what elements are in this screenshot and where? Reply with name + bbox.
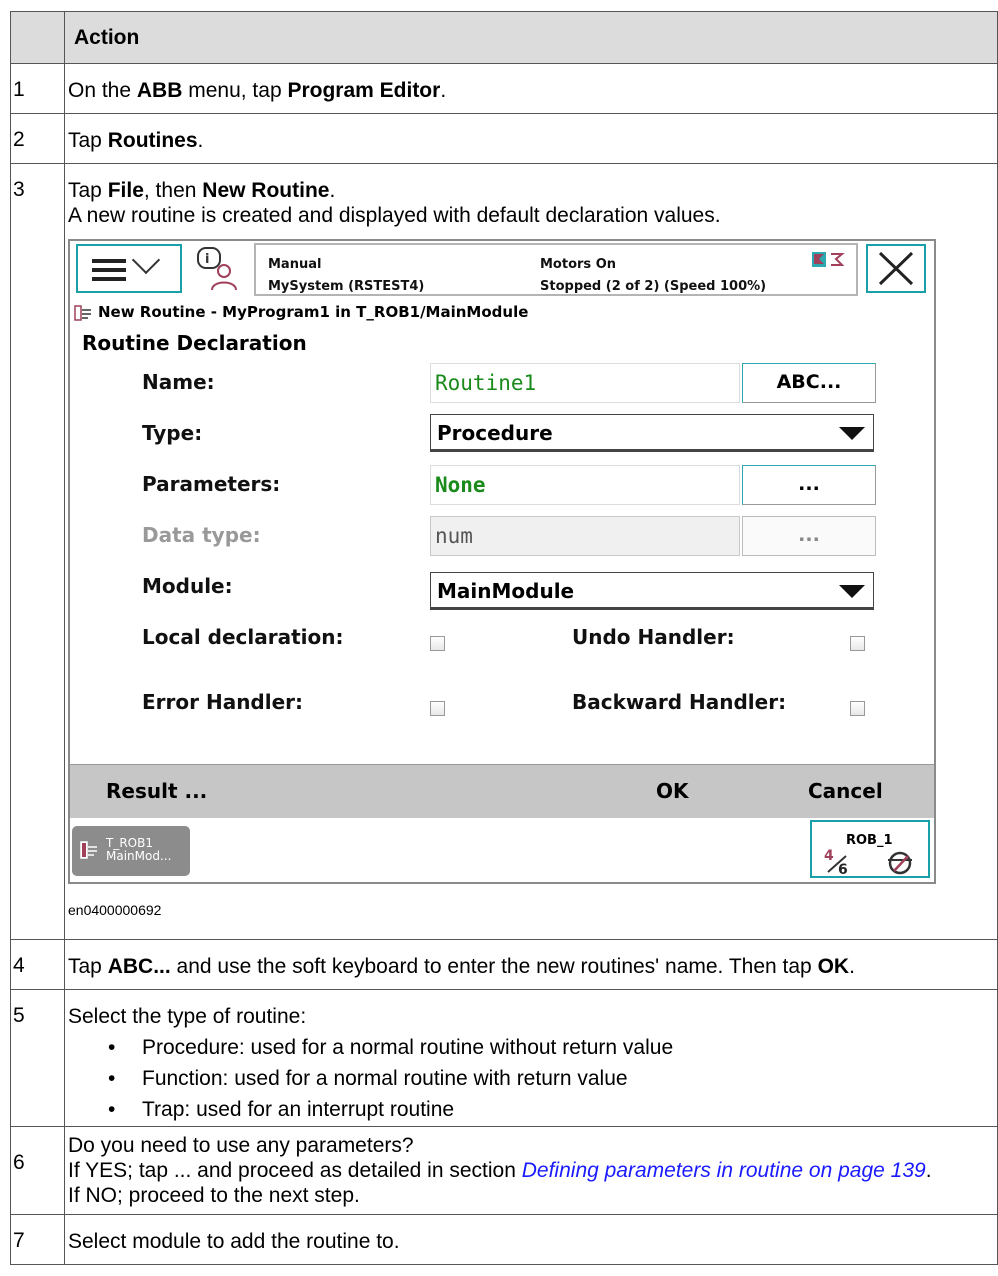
- flexpendant-screenshot: i Manual MySystem (RSTEST4) Motors On St…: [68, 239, 936, 884]
- increment-icon: 4 6: [824, 848, 912, 876]
- system-name: MySystem (RSTEST4): [268, 279, 425, 294]
- error-handler-checkbox[interactable]: [430, 701, 445, 716]
- data-type-label: Data type:: [142, 523, 261, 547]
- svg-text:6: 6: [838, 862, 848, 876]
- table-header-row: Action: [10, 11, 998, 64]
- routine-document-icon: [80, 841, 97, 859]
- hamburger-icon: [92, 259, 126, 281]
- module-value: MainModule: [437, 579, 575, 603]
- local-declaration-checkbox[interactable]: [430, 636, 445, 651]
- close-button[interactable]: [866, 244, 926, 293]
- window-title-bar: New Routine - MyProgram1 in T_ROB1/MainM…: [70, 299, 934, 325]
- header-number: [10, 11, 65, 64]
- error-handler-label: Error Handler:: [142, 690, 304, 714]
- task-module: MainMod...: [106, 849, 172, 863]
- step-number: 4: [10, 939, 65, 990]
- data-type-button: ...: [742, 516, 876, 556]
- cancel-button[interactable]: Cancel: [808, 779, 883, 804]
- dropdown-arrow-icon: [839, 427, 865, 440]
- step-number: 2: [10, 113, 65, 164]
- status-bar[interactable]: Manual MySystem (RSTEST4) Motors On Stop…: [254, 243, 858, 296]
- routine-type-list: Procedure: used for a normal routine wit…: [68, 1035, 997, 1122]
- backward-handler-label: Backward Handler:: [572, 690, 787, 714]
- close-icon: [878, 251, 914, 286]
- local-declaration-label: Local declaration:: [142, 625, 344, 649]
- step-text: Tap File, then New Routine. A new routin…: [64, 163, 998, 940]
- list-item: Function: used for a normal routine with…: [108, 1066, 997, 1091]
- task-button[interactable]: T_ROB1 MainMod...: [72, 826, 190, 876]
- list-item: Procedure: used for a normal routine wit…: [108, 1035, 997, 1060]
- header-action: Action: [64, 11, 998, 64]
- table-row: 2 Tap Routines.: [10, 113, 998, 164]
- table-row: 5 Select the type of routine: Procedure:…: [10, 989, 998, 1127]
- module-dropdown[interactable]: MainModule: [430, 572, 874, 610]
- table-row: 3 Tap File, then New Routine. A new rout…: [10, 163, 998, 940]
- name-field[interactable]: Routine1: [430, 363, 740, 403]
- undo-handler-checkbox[interactable]: [850, 636, 865, 651]
- type-dropdown[interactable]: Procedure: [430, 414, 874, 452]
- module-label: Module:: [142, 574, 233, 598]
- ok-button[interactable]: OK: [656, 779, 689, 804]
- event-log-icon[interactable]: i: [196, 246, 240, 292]
- parameters-field[interactable]: None: [430, 465, 740, 505]
- parameters-button[interactable]: ...: [742, 465, 876, 505]
- result-button[interactable]: Result ...: [106, 779, 207, 804]
- document-page: Action 1 On the ABB menu, tap Program Ed…: [10, 11, 998, 1276]
- section-link[interactable]: Defining parameters in routine on page 1…: [522, 1159, 926, 1182]
- backward-handler-checkbox[interactable]: [850, 701, 865, 716]
- top-bar: i Manual MySystem (RSTEST4) Motors On St…: [70, 241, 934, 299]
- step-text: Select module to add the routine to.: [64, 1214, 998, 1265]
- task-bar: T_ROB1 MainMod... ROB_1 4 6: [70, 818, 934, 882]
- step-number: 7: [10, 1214, 65, 1265]
- name-label: Name:: [142, 370, 215, 394]
- program-state: Stopped (2 of 2) (Speed 100%): [540, 279, 767, 294]
- window-title: New Routine - MyProgram1 in T_ROB1/MainM…: [98, 303, 529, 321]
- table-row: 6 Do you need to use any parameters? If …: [10, 1126, 998, 1215]
- step-number: 3: [10, 163, 65, 940]
- dropdown-arrow-icon: [839, 585, 865, 598]
- steps-table: Action 1 On the ABB menu, tap Program Ed…: [10, 11, 998, 1265]
- svg-text:4: 4: [824, 848, 834, 864]
- figure-caption: en0400000692: [68, 902, 162, 918]
- type-label: Type:: [142, 421, 203, 445]
- motors-status-icon: [812, 252, 845, 267]
- svg-text:i: i: [205, 252, 209, 267]
- parameters-label: Parameters:: [142, 472, 281, 496]
- routine-document-icon: [74, 304, 91, 321]
- table-row: 4 Tap ABC... and use the soft keyboard t…: [10, 939, 998, 990]
- section-title: Routine Declaration: [82, 331, 307, 355]
- step-text: Tap Routines.: [64, 113, 998, 164]
- undo-handler-label: Undo Handler:: [572, 625, 735, 649]
- abb-menu-button[interactable]: [76, 244, 182, 293]
- chevron-down-icon: [131, 245, 161, 275]
- data-type-field: num: [430, 516, 740, 556]
- command-bar: Result ... OK Cancel: [70, 764, 934, 818]
- table-row: 1 On the ABB menu, tap Program Editor.: [10, 63, 998, 114]
- quickset-button[interactable]: ROB_1 4 6: [810, 820, 930, 878]
- type-value: Procedure: [437, 421, 553, 445]
- step-detail: A new routine is created and displayed w…: [68, 204, 721, 227]
- step-text: Select the type of routine: Procedure: u…: [64, 989, 998, 1127]
- table-row: 7 Select module to add the routine to.: [10, 1214, 998, 1265]
- step-text: Tap ABC... and use the soft keyboard to …: [64, 939, 998, 990]
- step-number: 6: [10, 1126, 65, 1215]
- step-text: Do you need to use any parameters? If YE…: [64, 1126, 998, 1215]
- abc-button[interactable]: ABC...: [742, 363, 876, 403]
- step-number: 5: [10, 989, 65, 1127]
- list-item: Trap: used for an interrupt routine: [108, 1097, 997, 1122]
- step-number: 1: [10, 63, 65, 114]
- step-text: On the ABB menu, tap Program Editor.: [64, 63, 998, 114]
